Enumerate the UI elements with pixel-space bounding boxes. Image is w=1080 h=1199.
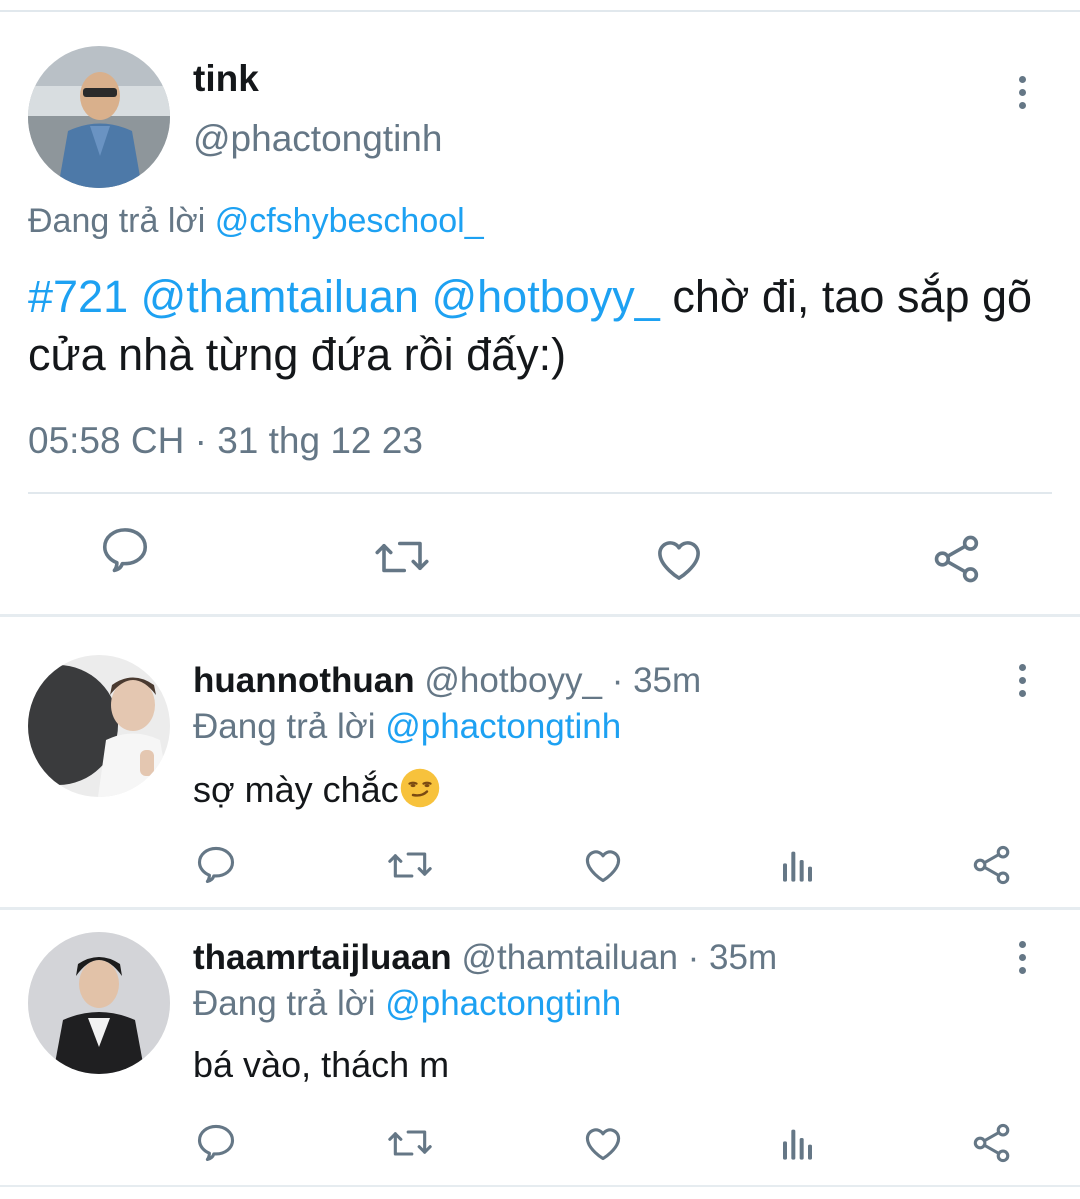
avatar[interactable] <box>28 46 170 188</box>
replying-to-link[interactable]: @phactongtinh <box>385 707 621 746</box>
smirking-face-emoji <box>399 767 441 809</box>
share-icon[interactable] <box>930 532 984 586</box>
reply-icon[interactable] <box>98 522 152 576</box>
mention-link[interactable]: @hotboyy_ <box>431 271 659 322</box>
replying-to-link[interactable]: @cfshybeschool_ <box>215 202 484 240</box>
user-handle[interactable]: @thamtailuan <box>461 938 677 977</box>
share-icon[interactable] <box>970 843 1014 887</box>
replying-prefix: Đang trả lời <box>28 202 206 240</box>
replying-prefix: Đang trả lời <box>193 707 376 746</box>
display-name[interactable]: huannothuan <box>193 661 415 700</box>
mention-link[interactable]: @thamtailuan <box>141 271 419 322</box>
reply-header: huannothuan @hotboyy_ · 35m <box>193 661 701 701</box>
reply-time: · 35m <box>611 661 702 700</box>
reply-icon[interactable] <box>194 842 238 886</box>
more-options-icon[interactable] <box>1002 67 1042 117</box>
divider <box>28 492 1052 494</box>
like-icon[interactable] <box>652 532 706 586</box>
reply-time: · 35m <box>687 938 778 977</box>
reply-tweet: huannothuan @hotboyy_ · 35m Đang trả lời… <box>0 617 1080 907</box>
retweet-icon[interactable] <box>386 843 434 887</box>
user-handle[interactable]: @phactongtinh <box>193 118 442 160</box>
display-name[interactable]: thaamrtaijluaan <box>193 938 452 977</box>
reply-text: sợ mày chắc <box>193 767 441 811</box>
section-divider <box>0 1185 1080 1187</box>
share-icon[interactable] <box>970 1121 1014 1165</box>
display-name[interactable]: tink <box>193 58 259 100</box>
replying-to-link[interactable]: @phactongtinh <box>385 984 621 1023</box>
replying-to-line: Đang trả lời @phactongtinh <box>193 707 621 747</box>
tweet-text: #721 @thamtailuan @hotboyy_ chờ đi, tao … <box>28 268 1058 384</box>
user-handle[interactable]: @hotboyy_ <box>424 661 602 700</box>
avatar[interactable] <box>28 932 170 1074</box>
analytics-icon[interactable] <box>778 1123 818 1163</box>
replying-to-line: Đang trả lời @phactongtinh <box>193 984 621 1024</box>
replying-to-line: Đang trả lời @cfshybeschool_ <box>28 202 484 241</box>
reply-text: bá vào, thách m <box>193 1044 450 1085</box>
retweet-icon[interactable] <box>386 1121 434 1165</box>
main-tweet: tink @phactongtinh Đang trả lời @cfshybe… <box>0 12 1080 616</box>
avatar[interactable] <box>28 655 170 797</box>
reply-header: thaamrtaijluaan @thamtailuan · 35m <box>193 938 777 978</box>
retweet-icon[interactable] <box>372 530 432 584</box>
more-options-icon[interactable] <box>1002 932 1042 982</box>
replying-prefix: Đang trả lời <box>193 984 376 1023</box>
tweet-timestamp: 05:58 CH · 31 thg 12 23 <box>28 420 423 461</box>
reply-body: sợ mày chắc <box>193 769 399 810</box>
reply-tweet: thaamrtaijluaan @thamtailuan · 35m Đang … <box>0 910 1080 1199</box>
like-icon[interactable] <box>581 1121 625 1165</box>
analytics-icon[interactable] <box>778 845 818 885</box>
like-icon[interactable] <box>581 843 625 887</box>
reply-icon[interactable] <box>194 1120 238 1164</box>
more-options-icon[interactable] <box>1002 655 1042 705</box>
hashtag-link[interactable]: #721 <box>28 271 128 322</box>
